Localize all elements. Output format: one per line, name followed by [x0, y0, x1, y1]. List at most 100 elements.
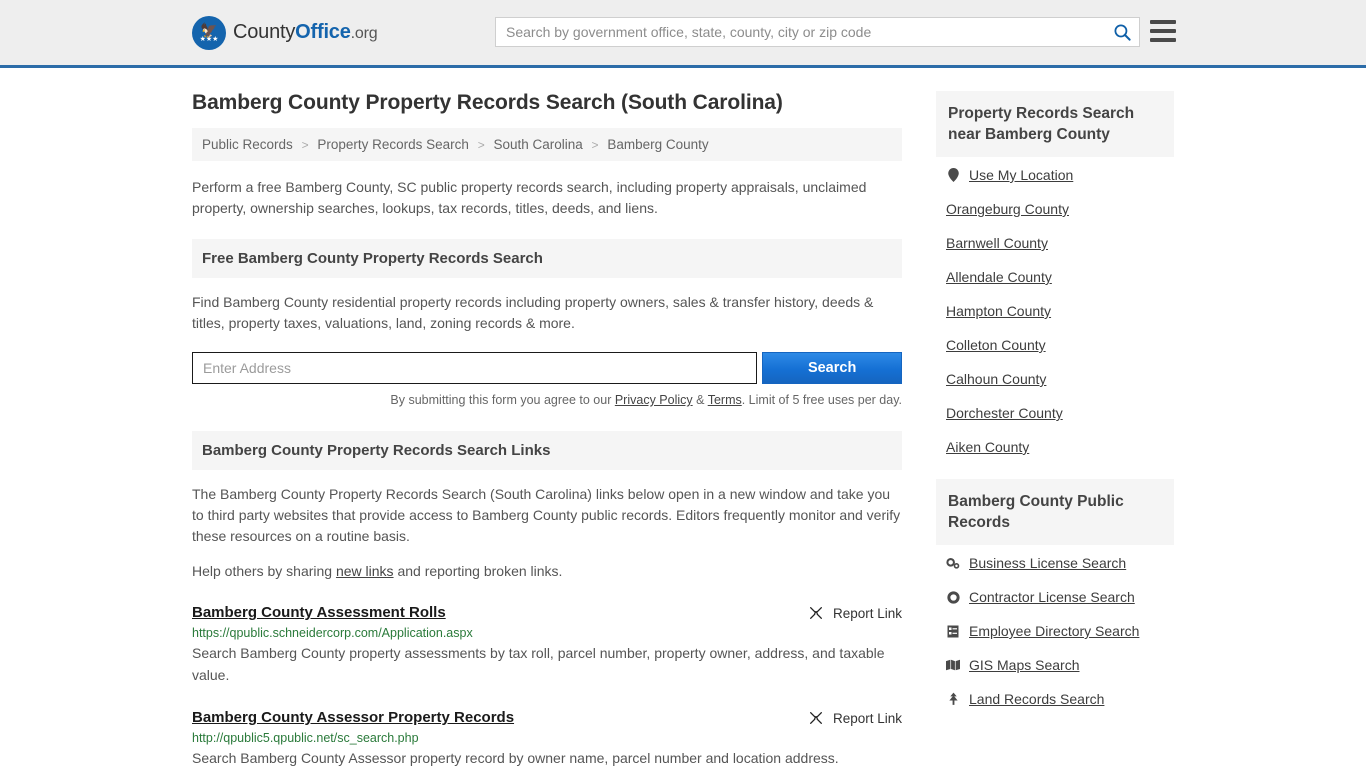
- result-title-link[interactable]: Bamberg County Assessment Rolls: [192, 604, 446, 621]
- logo-text-tld: .org: [350, 25, 378, 42]
- sidebar-link[interactable]: GIS Maps Search: [969, 657, 1080, 673]
- sidebar-item-gis-maps-search[interactable]: GIS Maps Search: [946, 657, 1172, 673]
- breadcrumb-item-bamberg-county[interactable]: Bamberg County: [607, 137, 708, 152]
- privacy-policy-link[interactable]: Privacy Policy: [615, 393, 693, 407]
- form-disclaimer: By submitting this form you agree to our…: [192, 393, 902, 407]
- sidebar-item-aiken-county[interactable]: Aiken County: [946, 439, 1172, 455]
- search-submit-button[interactable]: [1105, 18, 1139, 46]
- sidebar-item-allendale-county[interactable]: Allendale County: [946, 269, 1172, 285]
- map-icon: [946, 659, 960, 671]
- sidebar-link[interactable]: Contractor License Search: [969, 589, 1135, 605]
- panel-public-records-heading: Bamberg County Public Records: [936, 479, 1174, 545]
- sidebar-item-colleton-county[interactable]: Colleton County: [946, 337, 1172, 353]
- result-item: Bamberg County Assessment Rolls Report L…: [192, 604, 902, 686]
- site-header: 🦅 ★★★ CountyOffice.org: [0, 0, 1366, 68]
- sidebar-link[interactable]: Business License Search: [969, 555, 1126, 571]
- site-logo[interactable]: 🦅 ★★★ CountyOffice.org: [192, 15, 378, 50]
- sidebar: Property Records Search near Bamberg Cou…: [926, 91, 1174, 768]
- help-prefix: Help others by sharing: [192, 563, 336, 579]
- sidebar-link[interactable]: Barnwell County: [946, 235, 1048, 251]
- links-section-heading: Bamberg County Property Records Search L…: [192, 431, 902, 470]
- result-description: Search Bamberg County property assessmen…: [192, 645, 885, 683]
- sidebar-item-orangeburg-county[interactable]: Orangeburg County: [946, 201, 1172, 217]
- cogs-icon: [946, 557, 960, 570]
- sidebar-link[interactable]: Orangeburg County: [946, 201, 1069, 217]
- breadcrumb-item-property-records-search[interactable]: Property Records Search: [317, 137, 469, 152]
- result-header: Bamberg County Assessor Property Records…: [192, 709, 902, 726]
- sidebar-link[interactable]: Hampton County: [946, 303, 1051, 319]
- cogs-glyph: [946, 557, 960, 569]
- address-search-button[interactable]: Search: [762, 352, 902, 384]
- address-input[interactable]: [192, 352, 758, 384]
- sidebar-item-use-my-location[interactable]: Use My Location: [946, 167, 1172, 183]
- logo-text-county: County: [233, 21, 296, 43]
- result-url: http://qpublic5.qpublic.net/sc_search.ph…: [192, 731, 419, 745]
- result-title-link[interactable]: Bamberg County Assessor Property Records: [192, 709, 514, 726]
- page-title: Bamberg County Property Records Search (…: [192, 91, 783, 114]
- tree-glyph: [948, 692, 958, 705]
- sidebar-item-land-records-search[interactable]: Land Records Search: [946, 691, 1172, 707]
- disclaimer-suffix: . Limit of 5 free uses per day.: [741, 393, 902, 407]
- sidebar-item-business-license-search[interactable]: Business License Search: [946, 555, 1172, 571]
- page-container: Bamberg County Property Records Search (…: [0, 68, 1366, 768]
- links-section-description: The Bamberg County Property Records Sear…: [192, 486, 901, 544]
- menu-bar-3: [1150, 38, 1176, 42]
- sidebar-item-dorchester-county[interactable]: Dorchester County: [946, 405, 1172, 421]
- sidebar-link[interactable]: Use My Location: [969, 167, 1073, 183]
- panel-nearby-heading: Property Records Search near Bamberg Cou…: [936, 91, 1174, 157]
- sidebar-link[interactable]: Land Records Search: [969, 691, 1104, 707]
- result-url: https://qpublic.schneidercorp.com/Applic…: [192, 626, 473, 640]
- tree-icon: [946, 692, 960, 706]
- sidebar-item-employee-directory-search[interactable]: Employee Directory Search: [946, 623, 1172, 639]
- sidebar-item-hampton-county[interactable]: Hampton County: [946, 303, 1172, 319]
- address-search-form: Search: [192, 352, 902, 384]
- hamburger-menu-icon[interactable]: [1150, 20, 1176, 42]
- free-search-heading: Free Bamberg County Property Records Sea…: [192, 239, 902, 278]
- map-glyph: [946, 659, 960, 671]
- eagle-emblem-icon: 🦅 ★★★: [192, 15, 226, 50]
- breadcrumb-item-south-carolina[interactable]: South Carolina: [493, 137, 582, 152]
- broken-link-icon: [809, 712, 822, 724]
- new-links-link[interactable]: new links: [336, 563, 394, 579]
- sidebar-item-calhoun-county[interactable]: Calhoun County: [946, 371, 1172, 387]
- breadcrumb-item-public-records[interactable]: Public Records: [202, 137, 293, 152]
- report-link-label: Report Link: [832, 710, 902, 726]
- terms-link[interactable]: Terms: [708, 393, 742, 407]
- cog-glyph: [946, 590, 960, 604]
- sidebar-link[interactable]: Allendale County: [946, 269, 1052, 285]
- report-link-button[interactable]: Report Link: [808, 709, 902, 726]
- sidebar-link[interactable]: Calhoun County: [946, 371, 1046, 387]
- help-others-text: Help others by sharing new links and rep…: [192, 561, 902, 582]
- sidebar-link[interactable]: Aiken County: [946, 439, 1029, 455]
- breadcrumb: Public Records > Property Records Search…: [192, 128, 902, 161]
- sidebar-item-barnwell-county[interactable]: Barnwell County: [946, 235, 1172, 251]
- cog-icon: [946, 590, 960, 604]
- main-column: Bamberg County Property Records Search (…: [192, 68, 926, 768]
- menu-bar-1: [1150, 20, 1176, 24]
- report-link-button[interactable]: Report Link: [808, 604, 902, 621]
- free-search-description: Find Bamberg County residential property…: [192, 294, 874, 331]
- search-input[interactable]: [496, 18, 1105, 46]
- disclaimer-amp: &: [692, 393, 708, 407]
- breadcrumb-separator: >: [477, 138, 485, 152]
- logo-text-office: Office: [295, 21, 351, 43]
- result-item: Bamberg County Assessor Property Records…: [192, 709, 902, 768]
- sidebar-link[interactable]: Employee Directory Search: [969, 623, 1139, 639]
- search-icon: [1114, 24, 1131, 41]
- sidebar-link[interactable]: Dorchester County: [946, 405, 1063, 421]
- list-alt-icon: [946, 625, 960, 638]
- logo-text: CountyOffice.org: [233, 21, 378, 44]
- breadcrumb-separator: >: [301, 138, 309, 152]
- result-header: Bamberg County Assessment Rolls Report L…: [192, 604, 902, 621]
- breadcrumb-separator: >: [591, 138, 599, 152]
- panel-nearby-list: Use My Location Orangeburg County Barnwe…: [936, 157, 1174, 455]
- sidebar-link[interactable]: Colleton County: [946, 337, 1046, 353]
- content-row: Bamberg County Property Records Search (…: [192, 68, 1174, 768]
- panel-nearby-counties: Property Records Search near Bamberg Cou…: [936, 91, 1174, 455]
- intro-paragraph: Perform a free Bamberg County, SC public…: [192, 179, 867, 216]
- sidebar-item-contractor-license-search[interactable]: Contractor License Search: [946, 589, 1172, 605]
- menu-bar-2: [1150, 29, 1176, 33]
- global-search-group: [495, 17, 1140, 47]
- map-pin-icon: [946, 168, 960, 182]
- disclaimer-prefix: By submitting this form you agree to our: [390, 393, 615, 407]
